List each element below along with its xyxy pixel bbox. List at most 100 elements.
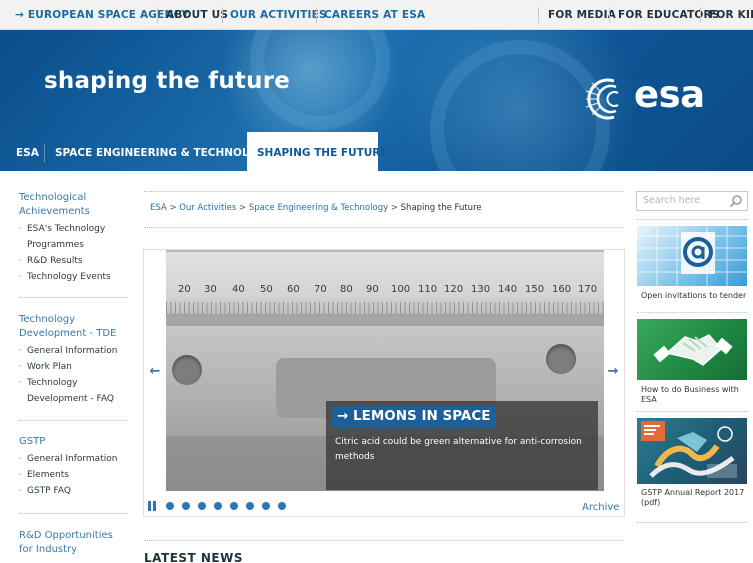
nav-divider (316, 7, 317, 23)
sidebar-item[interactable]: Elements (19, 467, 127, 483)
sidebar-heading[interactable]: Technology Development - TDE (19, 313, 127, 341)
carousel-slide[interactable]: 20 30 40 50 60 70 80 90 100 110 120 130 … (166, 250, 604, 491)
search-box[interactable]: Search here (636, 191, 748, 211)
promo-image (637, 319, 747, 380)
promo-business-with-esa[interactable]: How to do Business with ESA (637, 319, 747, 409)
latest-news-heading: LATEST NEWS (144, 551, 244, 563)
promo-image (637, 418, 747, 484)
carousel-next-arrow-icon[interactable]: → (606, 364, 620, 380)
sidebar-item[interactable]: Work Plan (19, 359, 127, 375)
promo-label[interactable]: How to do Business with ESA (641, 385, 747, 405)
promo-divider (637, 522, 747, 523)
promo-open-invitations[interactable]: Open invitations to tender (637, 226, 747, 306)
ruler-number: 90 (366, 284, 379, 295)
carousel-dot[interactable] (262, 502, 270, 510)
search-input[interactable]: Search here (643, 195, 700, 206)
slide-image-hole (172, 355, 202, 385)
handshake-icon (653, 334, 733, 366)
breadcrumb-esa[interactable]: ESA (150, 203, 167, 213)
sidebar-group-gstp: GSTP General Information Elements GSTP F… (19, 435, 127, 499)
sidebar-heading[interactable]: GSTP (19, 435, 127, 449)
ruler-number: 60 (287, 284, 300, 295)
ruler-ticks (166, 302, 604, 314)
pause-icon[interactable] (148, 501, 158, 511)
carousel-dot[interactable] (182, 502, 190, 510)
carousel-dot[interactable] (230, 502, 238, 510)
ruler-number: 50 (260, 284, 273, 295)
sidebar-item[interactable]: Technology Development - FAQ (19, 375, 127, 407)
breadcrumb-our-activities[interactable]: Our Activities (179, 203, 236, 213)
sidebar-group-rd-opportunities: R&D Opportunities for Industry (19, 529, 127, 557)
page-banner: shaping the future esa ESA SPACE ENGINEE… (0, 30, 753, 171)
slide-image-ruler: 20 30 40 50 60 70 80 90 100 110 120 130 … (166, 252, 604, 316)
esa-logo[interactable]: esa (584, 73, 734, 125)
carousel-dot[interactable] (246, 502, 254, 510)
promo-image (637, 226, 747, 286)
slide-image-hole (546, 344, 576, 374)
top-navigation: → EUROPEAN SPACE AGENCY ABOUT US OUR ACT… (0, 0, 753, 30)
breadcrumb: ESA > Our Activities > Space Engineering… (150, 203, 482, 213)
nav-european-space-agency[interactable]: → EUROPEAN SPACE AGENCY (15, 0, 189, 30)
carousel-archive-link[interactable]: Archive (582, 502, 619, 513)
page-title: shaping the future (44, 68, 291, 94)
sidebar-item[interactable]: GSTP FAQ (19, 483, 127, 499)
nav-for-kids[interactable]: FOR KIDS (709, 0, 753, 30)
promo-divider (637, 219, 747, 220)
ruler-number: 140 (498, 284, 518, 295)
nav-divider (157, 7, 158, 23)
ruler-number: 40 (232, 284, 245, 295)
ruler-number: 80 (340, 284, 353, 295)
slide-caption: → LEMONS IN SPACE Citric acid could be g… (326, 401, 598, 490)
sidebar-divider (19, 513, 127, 514)
nav-for-educators[interactable]: FOR EDUCATORS (618, 0, 720, 30)
ruler-number: 130 (471, 284, 491, 295)
carousel-dot[interactable] (198, 502, 206, 510)
report-cover-icon (641, 421, 737, 478)
ruler-number: 20 (178, 284, 191, 295)
ruler-number: 110 (418, 284, 438, 295)
sidebar-heading[interactable]: R&D Opportunities for Industry (19, 529, 127, 557)
sidebar-group-tde: Technology Development - TDE General Inf… (19, 313, 127, 407)
at-sign-icon (637, 226, 747, 286)
esa-logo-wordmark: esa (634, 73, 705, 116)
nav-our-activities[interactable]: OUR ACTIVITIES (230, 0, 327, 30)
nav-divider (609, 7, 610, 23)
tab-shaping-the-future[interactable]: SHAPING THE FUTURE (247, 132, 388, 171)
nav-careers-at-esa[interactable]: CAREERS AT ESA (324, 0, 425, 30)
carousel-dot[interactable] (214, 502, 222, 510)
breadcrumb-space-engineering[interactable]: Space Engineering & Technology (249, 203, 388, 213)
ruler-number: 100 (391, 284, 411, 295)
ruler-number: 30 (204, 284, 217, 295)
sidebar-item[interactable]: R&D Results (19, 253, 127, 269)
tab-esa[interactable]: ESA (6, 132, 49, 171)
sidebar-item[interactable]: General Information (19, 451, 127, 467)
carousel-dot[interactable] (166, 502, 174, 510)
promo-divider (637, 312, 747, 313)
promo-gstp-annual-report[interactable]: GSTP Annual Report 2017 (pdf) (637, 418, 747, 513)
breadcrumb-separator: > (169, 203, 177, 213)
breadcrumb-divider (144, 191, 624, 192)
banner-decoration (430, 40, 610, 171)
ruler-number: 70 (314, 284, 327, 295)
nav-about-us[interactable]: ABOUT US (166, 0, 228, 30)
search-icon[interactable] (729, 194, 743, 208)
ruler-number: 150 (525, 284, 545, 295)
nav-for-media[interactable]: FOR MEDIA (548, 0, 616, 30)
nav-divider (222, 7, 223, 23)
promo-label[interactable]: GSTP Annual Report 2017 (pdf) (641, 488, 749, 508)
section-divider (144, 540, 624, 541)
sidebar-group-technological-achievements: Technological Achievements ESA's Technol… (19, 191, 127, 285)
ruler-number: 120 (444, 284, 464, 295)
sidebar-item[interactable]: ESA's Technology Programmes (19, 221, 127, 253)
carousel-prev-arrow-icon[interactable]: ← (148, 364, 162, 380)
breadcrumb-current: Shaping the Future (400, 203, 482, 213)
ruler-number: 160 (552, 284, 572, 295)
sidebar-item[interactable]: General Information (19, 343, 127, 359)
sidebar-item[interactable]: Technology Events (19, 269, 127, 285)
slide-caption-title[interactable]: → LEMONS IN SPACE (331, 406, 497, 427)
sidebar-divider (19, 297, 127, 298)
promo-label[interactable]: Open invitations to tender (641, 291, 749, 301)
promo-divider (637, 411, 747, 412)
carousel-dot[interactable] (278, 502, 286, 510)
sidebar-heading[interactable]: Technological Achievements (19, 191, 127, 219)
